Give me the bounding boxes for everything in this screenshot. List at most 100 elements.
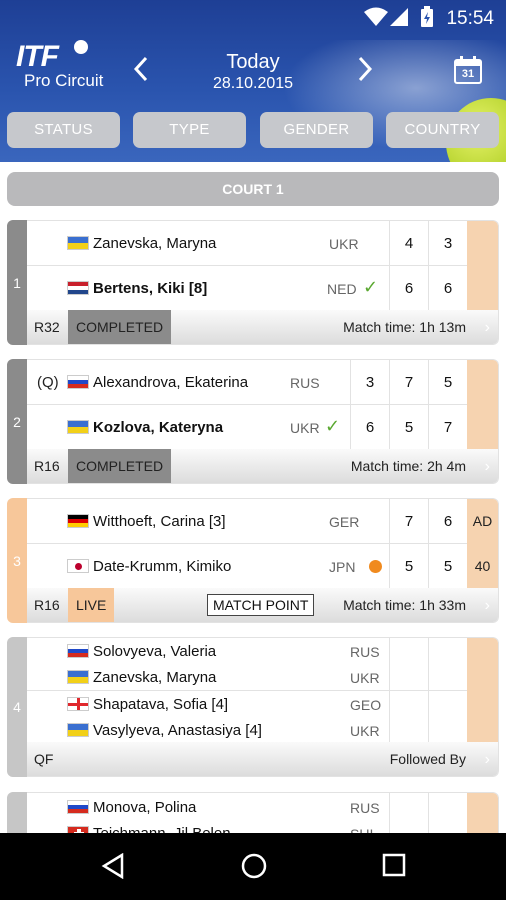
set-score: 3 (350, 360, 389, 405)
recent-apps-icon[interactable] (382, 853, 406, 877)
player-country: RUS (290, 375, 320, 391)
calendar-day: 31 (461, 68, 475, 80)
date-selector: Today 28.10.2015 (183, 50, 323, 94)
match-card[interactable]: 4 Solovyeva, Valeria RUS Zanevska, Maryn… (7, 637, 499, 777)
winner-check-icon: ✓ (325, 416, 341, 436)
player-country: UKR (350, 670, 380, 686)
match-round: R32 (34, 319, 60, 335)
point-cell (467, 360, 498, 405)
set-score: 5 (389, 405, 428, 450)
date-value: 28.10.2015 (212, 75, 294, 92)
match-round: R16 (34, 458, 60, 474)
match-card[interactable]: 3 Witthoeft, Carina [3] GER 7 6 AD Date-… (7, 498, 499, 623)
home-icon[interactable] (241, 853, 267, 879)
set-score (428, 638, 467, 691)
calendar-button[interactable]: 31 (454, 56, 482, 84)
chevron-right-icon: › (484, 597, 490, 614)
match-status: LIVE (68, 588, 115, 622)
point-cell (467, 691, 498, 744)
player-name: Bertens, Kiki [8] (93, 280, 208, 297)
filter-status-button[interactable]: STATUS (7, 112, 120, 148)
logo-pro-circuit-text: Pro Circuit (24, 71, 104, 90)
player-name: Solovyeva, Valeria (93, 643, 217, 660)
flag-rus-icon (67, 644, 89, 658)
set-score: 7 (389, 499, 428, 544)
match-time: Match time: 1h 33m (343, 597, 466, 613)
match-number: 3 (7, 498, 27, 623)
player-seed: (Q) (37, 374, 59, 391)
filter-bar: STATUS TYPE GENDER COUNTRY (7, 112, 499, 148)
flag-ukr-icon (67, 420, 89, 434)
set-score: 6 (428, 266, 467, 311)
player-name: Shapatava, Sofia [4] (93, 696, 229, 713)
match-footer: R16 LIVE MATCH POINT Match time: 1h 33m … (27, 588, 498, 622)
system-navigation-bar (0, 833, 506, 900)
player-row: Kozlova, Kateryna UKR ✓ 6 5 7 (27, 405, 498, 450)
chevron-right-icon: › (484, 458, 490, 475)
chevron-right-icon: › (484, 751, 490, 768)
back-icon[interactable] (101, 853, 125, 879)
player-row: Witthoeft, Carina [3] GER 7 6 AD (27, 499, 498, 544)
serving-indicator-icon (369, 560, 382, 573)
match-followed-by: Followed By (389, 751, 466, 767)
match-footer: R32 COMPLETED Match time: 1h 13m › (27, 310, 498, 344)
player-row: (Q) Alexandrova, Ekaterina RUS 3 7 5 (27, 360, 498, 405)
filter-gender-button[interactable]: GENDER (260, 112, 373, 148)
flag-ukr-icon (67, 723, 89, 737)
match-body: (Q) Alexandrova, Ekaterina RUS 3 7 5 Koz… (27, 359, 499, 484)
previous-day-chevron-icon[interactable] (133, 56, 149, 82)
itf-logo: ITF Pro Circuit (16, 40, 104, 90)
point-cell (467, 638, 498, 691)
status-time: 15:54 (446, 8, 494, 29)
logo-ball-icon (74, 40, 88, 54)
set-score (389, 638, 428, 691)
set-score: 5 (428, 360, 467, 405)
signal-icon (390, 8, 408, 26)
game-point: 40 (467, 544, 498, 589)
match-number: 1 (7, 220, 27, 345)
match-body: Zanevska, Maryna UKR 4 3 Bertens, Kiki [… (27, 220, 499, 345)
player-country: GEO (350, 697, 382, 713)
player-name: Vasylyeva, Anastasiya [4] (93, 722, 262, 739)
point-cell (467, 266, 498, 311)
player-country: UKR (329, 236, 359, 252)
match-footer: R16 COMPLETED Match time: 2h 4m › (27, 449, 498, 483)
match-round: QF (34, 751, 54, 767)
flag-ukr-icon (67, 236, 89, 250)
set-score: 5 (428, 544, 467, 589)
match-time: Match time: 1h 13m (343, 319, 466, 335)
filter-type-button[interactable]: TYPE (133, 112, 246, 148)
set-score: 7 (428, 405, 467, 450)
player-name: Witthoeft, Carina [3] (93, 513, 226, 530)
logo-itf-text: ITF (16, 40, 59, 73)
match-round: R16 (34, 597, 60, 613)
point-cell (467, 221, 498, 266)
match-card[interactable]: 1 Zanevska, Maryna UKR 4 3 Bertens, Kiki… (7, 220, 499, 345)
set-score: 7 (389, 360, 428, 405)
flag-ger-icon (67, 514, 89, 528)
match-status: COMPLETED (68, 449, 172, 483)
player-name: Zanevska, Maryna (93, 235, 217, 252)
status-bar: 15:54 (0, 0, 506, 36)
match-card[interactable]: 2 (Q) Alexandrova, Ekaterina RUS 3 7 5 K… (7, 359, 499, 484)
player-country: GER (329, 514, 360, 530)
player-name: Monova, Polina (93, 799, 197, 816)
match-point-badge: MATCH POINT (207, 594, 315, 616)
flag-jpn-icon (67, 559, 89, 573)
next-day-chevron-icon[interactable] (357, 56, 373, 82)
flag-rus-icon (67, 800, 89, 814)
flag-rus-icon (67, 375, 89, 389)
battery-charging-icon (421, 6, 433, 27)
match-footer: QF Followed By › (27, 742, 498, 776)
player-name: Kozlova, Kateryna (93, 419, 224, 436)
match-time: Match time: 2h 4m (350, 458, 466, 474)
player-name: Alexandrova, Ekaterina (93, 374, 249, 391)
match-body: Solovyeva, Valeria RUS Zanevska, Maryna … (27, 637, 499, 777)
point-cell (467, 405, 498, 450)
team-row: Shapatava, Sofia [4] GEO Vasylyeva, Anas… (27, 691, 498, 744)
filter-country-button[interactable]: COUNTRY (386, 112, 499, 148)
match-number: 4 (7, 637, 27, 777)
set-score: 6 (428, 499, 467, 544)
winner-check-icon: ✓ (363, 277, 379, 297)
set-score (428, 691, 467, 744)
